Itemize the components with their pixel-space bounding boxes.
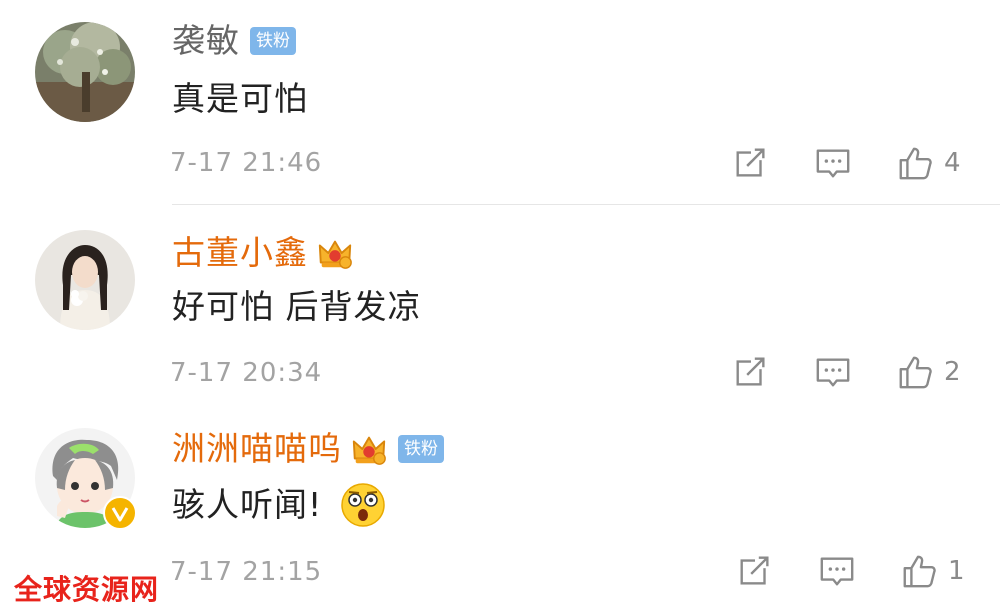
comment-text-body: 真是可怕 xyxy=(172,79,308,118)
like-button[interactable]: 2 xyxy=(896,353,961,391)
comment-text: 骇人听闻! xyxy=(172,485,323,524)
reply-button[interactable] xyxy=(814,353,852,391)
fan-badge: 铁粉 xyxy=(398,435,444,463)
crown-icon xyxy=(350,430,388,468)
comment-icon xyxy=(816,358,850,387)
timestamp: 7-17 20:34 xyxy=(170,358,323,388)
username[interactable]: 古董小鑫 xyxy=(172,230,308,276)
verified-v-badge xyxy=(103,496,137,530)
shocked-face-emoji-icon xyxy=(340,482,386,528)
thumbs-up-icon xyxy=(903,555,936,588)
username[interactable]: 洲洲喵喵呜 xyxy=(172,426,342,472)
like-count: 2 xyxy=(944,357,961,387)
divider xyxy=(172,204,1000,205)
comment-icon xyxy=(816,149,850,178)
share-icon xyxy=(736,355,769,386)
like-button[interactable]: 4 xyxy=(896,144,961,182)
avatar[interactable] xyxy=(35,230,135,330)
thumbs-up-icon xyxy=(899,356,932,389)
share-button[interactable] xyxy=(732,144,770,182)
reply-button[interactable] xyxy=(814,144,852,182)
timestamp: 7-17 21:15 xyxy=(170,557,323,587)
share-button[interactable] xyxy=(732,353,770,391)
thumbs-up-icon xyxy=(899,147,932,180)
crown-icon xyxy=(316,234,354,272)
girl-photo-avatar-icon xyxy=(35,230,135,330)
share-button[interactable] xyxy=(736,552,774,590)
like-button[interactable]: 1 xyxy=(900,552,965,590)
comment-text: 真是可怕 xyxy=(172,76,308,122)
comment-icon xyxy=(820,557,854,586)
tree-photo-avatar-icon xyxy=(35,22,135,122)
like-count: 1 xyxy=(948,556,965,586)
timestamp: 7-17 21:46 xyxy=(170,148,323,178)
share-icon xyxy=(736,146,769,177)
like-count: 4 xyxy=(944,148,961,178)
watermark-text: 全球资源网 xyxy=(14,573,160,606)
fan-badge: 铁粉 xyxy=(250,27,296,55)
avatar[interactable] xyxy=(35,22,135,122)
share-icon xyxy=(740,554,773,585)
reply-button[interactable] xyxy=(818,552,856,590)
comment-text: 好可怕 后背发凉 xyxy=(172,287,422,326)
username[interactable]: 袭敏 xyxy=(172,18,240,64)
